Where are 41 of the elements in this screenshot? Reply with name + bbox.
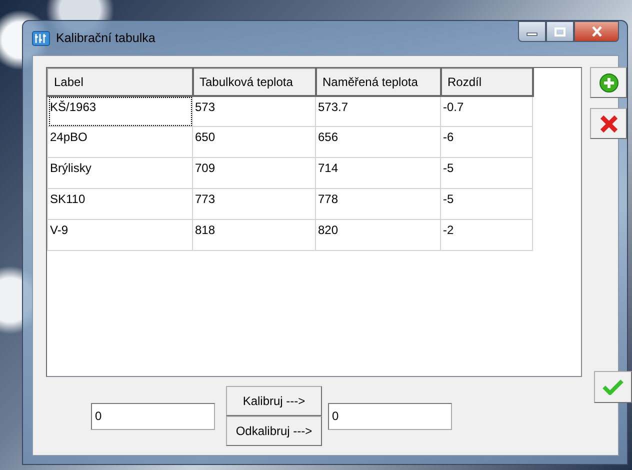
calibrate-button[interactable]: Kalibruj ---> xyxy=(226,386,322,416)
table-cell: V-9 xyxy=(48,220,192,250)
window-title: Kalibrační tabulka xyxy=(56,31,156,45)
input-field[interactable]: 0 xyxy=(91,402,215,430)
table-cell: Brýlisky xyxy=(48,158,192,188)
delete-button[interactable] xyxy=(590,108,627,139)
table-cell: 709 xyxy=(192,158,316,188)
table-cell: 24pBO xyxy=(48,126,192,158)
maximize-icon xyxy=(554,26,566,36)
table-cell: 773 xyxy=(192,188,316,220)
ok-button[interactable] xyxy=(594,371,632,403)
output-field[interactable]: 0 xyxy=(328,402,452,430)
add-button[interactable] xyxy=(590,67,627,98)
table-cell: 656 xyxy=(316,126,440,158)
app-icon xyxy=(32,30,50,46)
table-cell: 714 xyxy=(316,158,440,188)
close-button[interactable] xyxy=(574,21,619,42)
table-cell: KŠ/1963 xyxy=(48,96,192,126)
table-cell: -6 xyxy=(440,126,532,158)
checkmark-icon xyxy=(602,379,624,395)
column-header[interactable]: Rozdíl xyxy=(440,68,532,96)
table-cell: 573.7 xyxy=(316,96,440,126)
minimize-button[interactable] xyxy=(518,21,546,42)
table-cell: -0.7 xyxy=(440,96,532,126)
table-cell: 820 xyxy=(316,220,440,250)
column-header[interactable]: Naměřená teplota xyxy=(316,68,440,96)
table-cell: -5 xyxy=(440,158,532,188)
table-cell: 650 xyxy=(192,126,316,158)
table-cell: SK110 xyxy=(48,188,192,220)
table-cell: -2 xyxy=(440,220,532,250)
table-cell: 778 xyxy=(316,188,440,220)
column-header[interactable]: Label xyxy=(48,68,192,96)
table-cell: -5 xyxy=(440,188,532,220)
delete-icon xyxy=(598,114,618,134)
plus-icon xyxy=(598,72,618,92)
table-cell: 818 xyxy=(192,220,316,250)
close-icon xyxy=(590,26,602,37)
column-header[interactable]: Tabulková teplota xyxy=(192,68,316,96)
table-cell: 573 xyxy=(192,96,316,126)
maximize-button[interactable] xyxy=(546,21,574,42)
uncalibrate-button[interactable]: Odkalibruj ---> xyxy=(226,416,322,446)
